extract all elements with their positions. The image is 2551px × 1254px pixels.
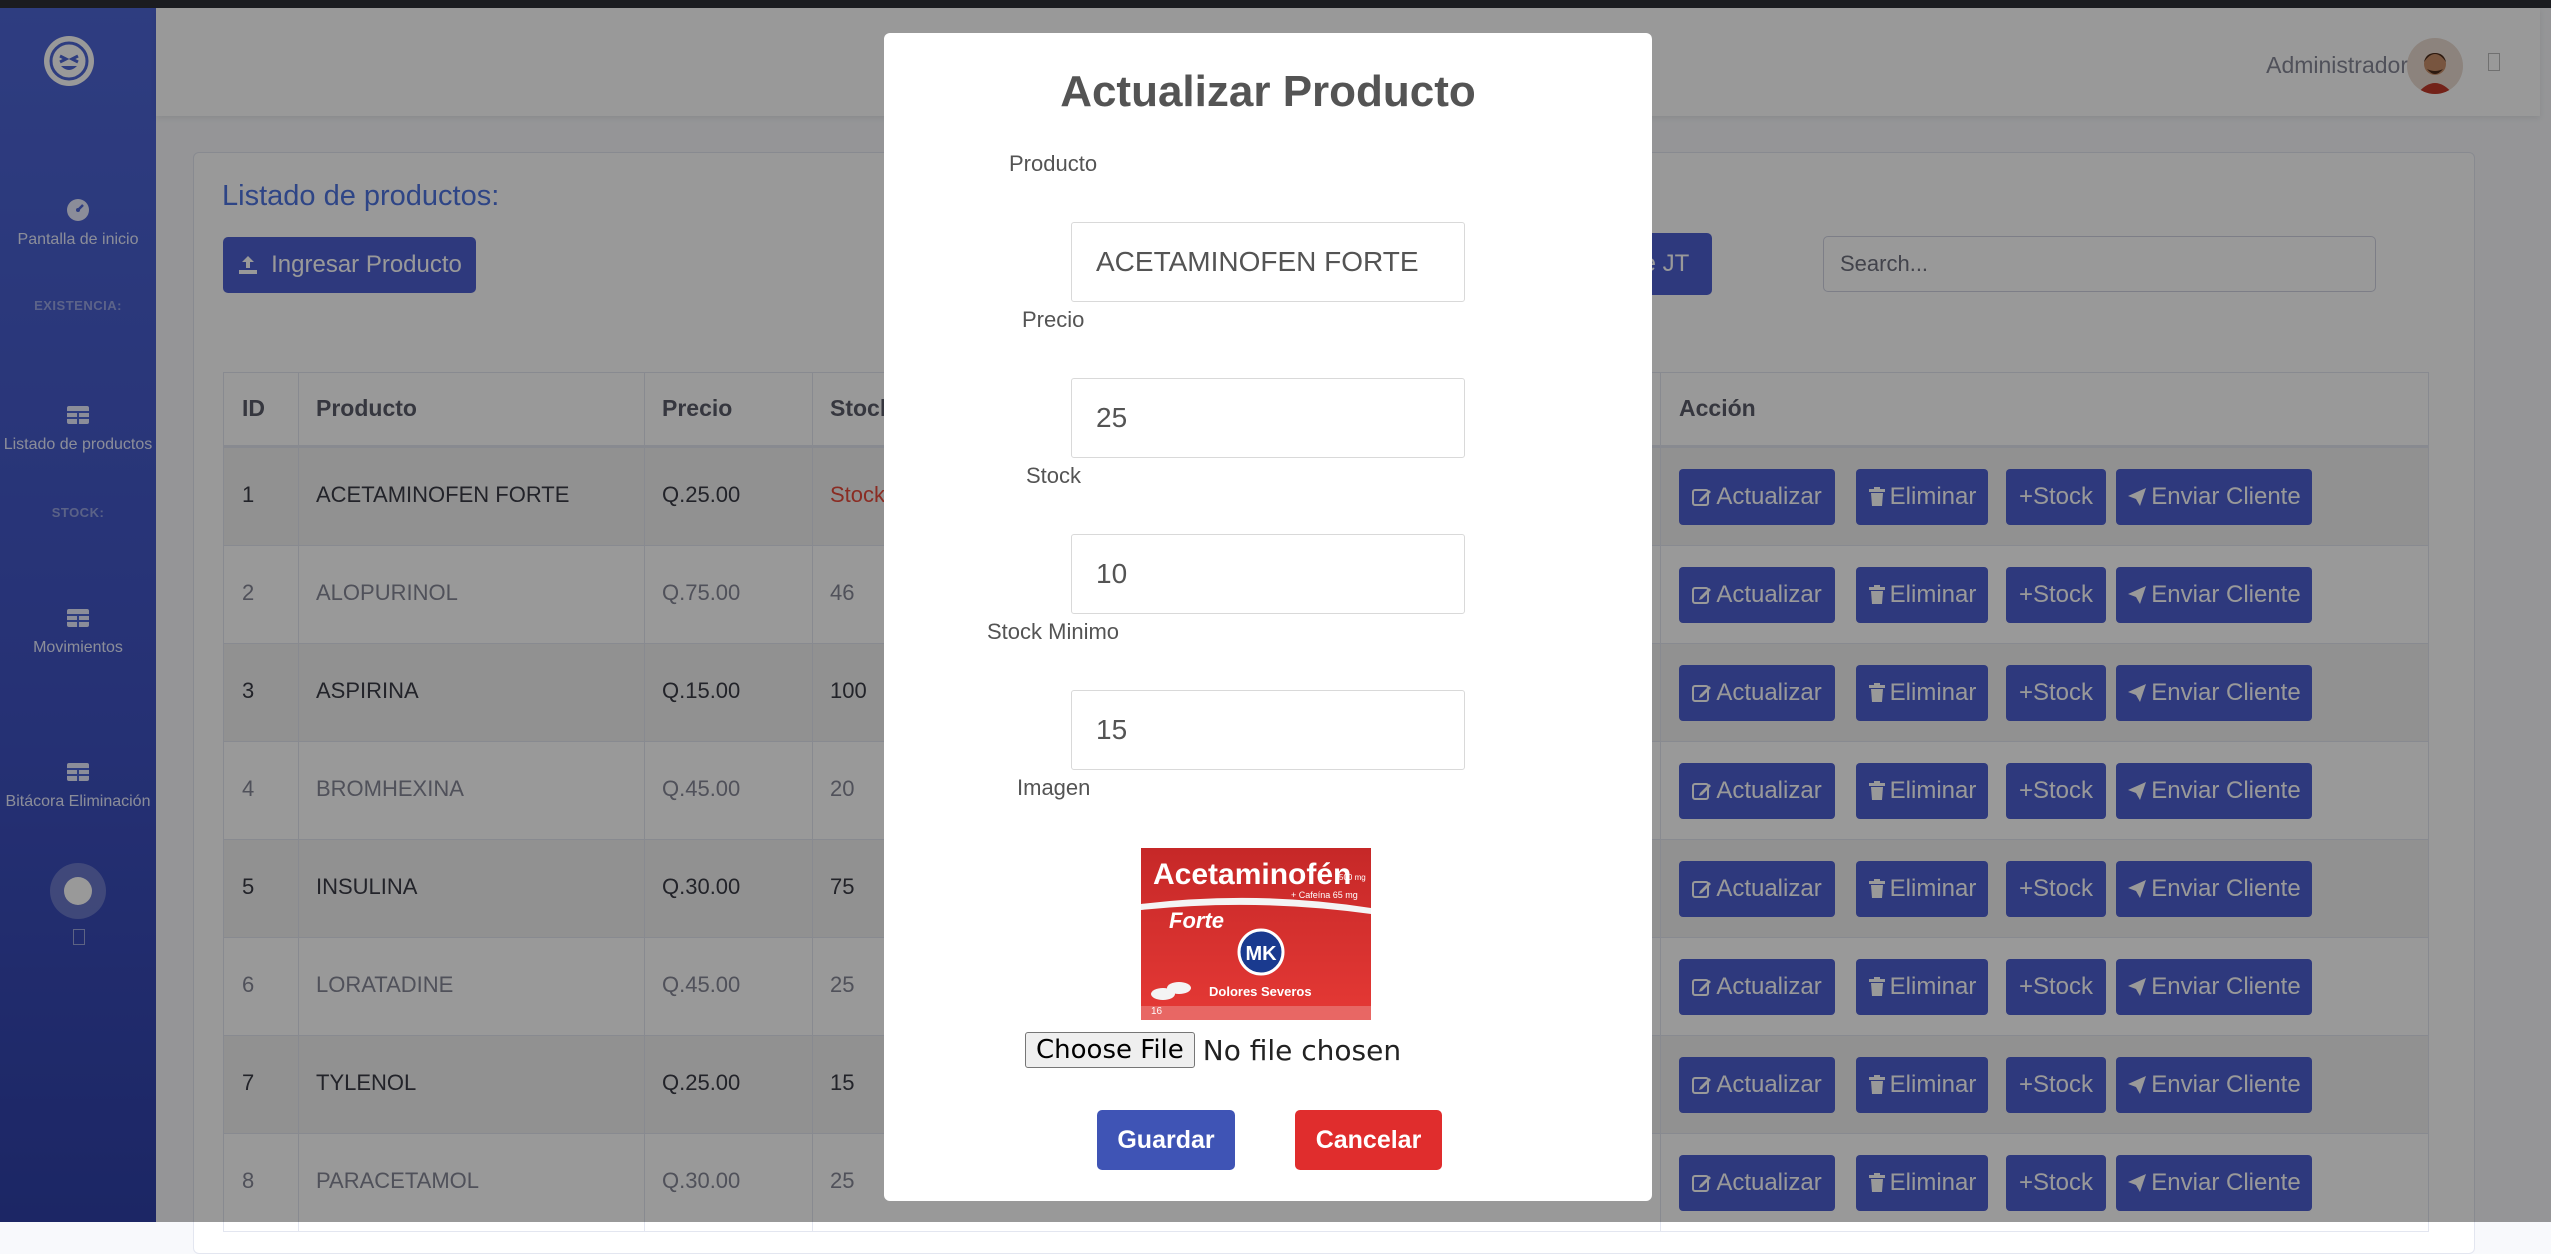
product-image-sub: Forte [1169,908,1224,933]
stock-minimo-input[interactable]: 15 [1071,690,1465,770]
modal-title: Actualizar Producto [1060,67,1476,116]
producto-input[interactable]: ACETAMINOFEN FORTE [1071,222,1465,302]
product-image-tagline: Dolores Severos [1209,984,1312,999]
precio-value: 25 [1096,402,1128,433]
choose-file-button[interactable]: Choose File [1025,1032,1195,1068]
guardar-button[interactable]: Guardar [1097,1110,1235,1170]
update-product-modal: Actualizar Producto Producto ACETAMINOFE… [884,33,1652,1201]
precio-input[interactable]: 25 [1071,378,1465,458]
file-chooser: Choose File No file chosen [1025,1032,1401,1068]
stock-value: 10 [1096,558,1128,589]
producto-label: Producto [1009,151,1098,176]
product-image-logo: MK [1245,943,1277,965]
precio-label: Precio [1022,307,1085,332]
stock-minimo-value: 15 [1096,714,1128,745]
product-image-dose2: + Cafeína 65 mg [1291,890,1358,900]
product-image-brand: Acetaminofén [1153,858,1351,891]
product-image-dose: 500 mg [1339,873,1366,882]
file-status: No file chosen [1202,1033,1402,1067]
stock-label: Stock [1026,463,1082,488]
product-image: Acetaminofén 500 mg + Cafeína 65 mg Fort… [1141,848,1371,1020]
imagen-label: Imagen [1017,775,1091,800]
stock-input[interactable]: 10 [1071,534,1465,614]
producto-value: ACETAMINOFEN FORTE [1096,246,1419,277]
stock-minimo-label: Stock Minimo [987,619,1120,644]
cancelar-button[interactable]: Cancelar [1295,1110,1442,1170]
